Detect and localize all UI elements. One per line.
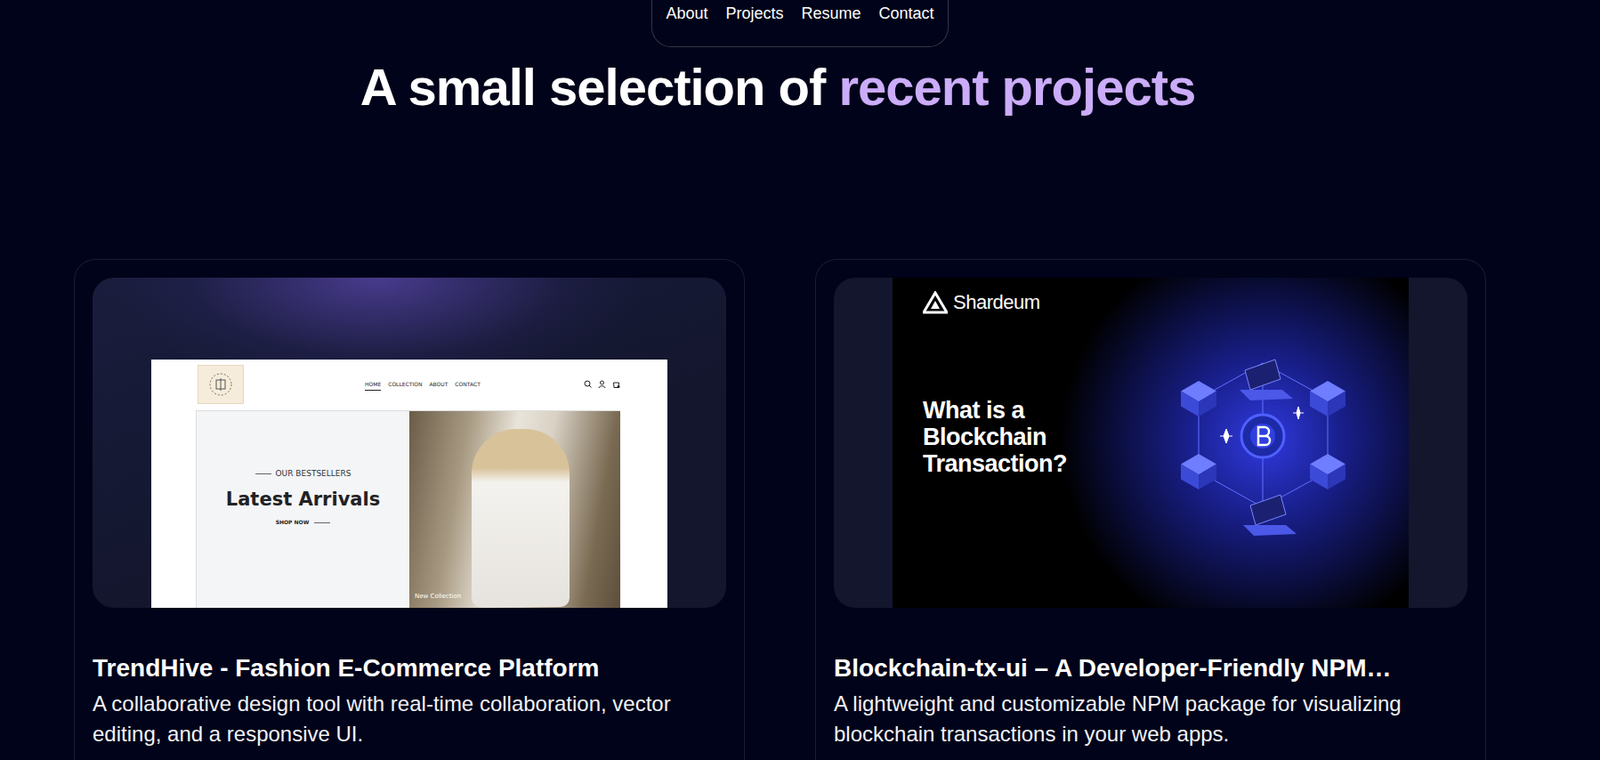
store-nav-link[interactable]: CONTACT <box>454 380 480 391</box>
project-card[interactable]: ShardeumWhat is aBlockchainTransaction?B… <box>815 258 1487 760</box>
project-thumbnail: Shardeum What is aBlockchainTransaction? <box>833 277 1468 608</box>
project-thumbnail: HOME COLLECTION ABOUT CONTACT OUR BESTSELLER… <box>92 277 727 608</box>
dash <box>314 522 331 524</box>
bag-icon <box>612 379 621 388</box>
banner-text: Shardeum What is aBlockchainTransaction? <box>922 290 1164 608</box>
project-title: Blockchain-tx-ui – A Developer-Friendly … <box>833 652 1468 685</box>
cta-label: SHOP NOW <box>275 517 310 527</box>
shop-now-button[interactable]: SHOP NOW <box>275 517 332 527</box>
store-nav-link[interactable]: ABOUT <box>428 380 448 391</box>
banner-headline: What is aBlockchainTransaction? <box>922 396 1164 477</box>
store-nav-link[interactable]: COLLECTION <box>387 380 422 391</box>
brand-name: Shardeum <box>953 290 1041 316</box>
store-header: HOME COLLECTION ABOUT CONTACT <box>151 359 668 411</box>
storefront-screenshot: HOME COLLECTION ABOUT CONTACT OUR BESTSELLER… <box>151 359 668 608</box>
blockchain-network-icon <box>1163 327 1363 542</box>
headline-line: What is a <box>922 396 1164 424</box>
dash <box>255 473 272 475</box>
project-grid: HOME COLLECTION ABOUT CONTACT OUR BESTSELLER… <box>0 258 1600 760</box>
store-icons <box>583 379 621 388</box>
nav-link[interactable]: Projects <box>725 4 784 24</box>
project-description: A collaborative design tool with real-ti… <box>92 688 689 750</box>
store-logo <box>197 364 244 405</box>
hero-photo: New Collection <box>409 411 621 608</box>
user-icon <box>597 379 607 388</box>
store-hero: OUR BESTSELLERS Latest Arrivals SHOP NOW Ne… <box>195 410 621 608</box>
headline-line: Blockchain <box>922 423 1164 451</box>
photo-figure <box>471 428 570 607</box>
shardeum-logo-icon <box>922 290 948 315</box>
hero-eyebrow: OUR BESTSELLERS <box>275 468 352 479</box>
brand-logo-icon <box>207 371 235 398</box>
section-heading: A small selection of recent projects <box>0 56 1600 119</box>
project-card[interactable]: HOME COLLECTION ABOUT CONTACT OUR BESTSELLER… <box>73 258 745 760</box>
nav: About Projects Resume Contact <box>0 0 1600 48</box>
nav-bar: About Projects Resume Contact <box>651 0 948 48</box>
heading-highlight: recent projects <box>838 57 1196 116</box>
blog-banner: Shardeum What is aBlockchainTransaction? <box>892 277 1409 608</box>
collection-badge: New Collection <box>414 592 461 601</box>
search-icon <box>583 379 592 388</box>
store-nav: HOME COLLECTION ABOUT CONTACT <box>364 380 481 391</box>
nav-link[interactable]: Resume <box>801 4 862 24</box>
nav-link[interactable]: About <box>665 4 708 24</box>
hero-text: OUR BESTSELLERS Latest Arrivals SHOP NOW <box>196 411 410 608</box>
store-nav-link[interactable]: HOME <box>364 380 381 391</box>
project-title: TrendHive - Fashion E-Commerce Platform <box>92 652 727 685</box>
brand: Shardeum <box>922 290 1164 316</box>
headline-line: Transaction? <box>922 450 1164 477</box>
hero-headline: Latest Arrivals <box>226 487 380 511</box>
nav-link[interactable]: Contact <box>879 4 935 24</box>
heading-text: A small selection of <box>360 57 840 116</box>
project-description: A lightweight and customizable NPM packa… <box>833 688 1431 750</box>
